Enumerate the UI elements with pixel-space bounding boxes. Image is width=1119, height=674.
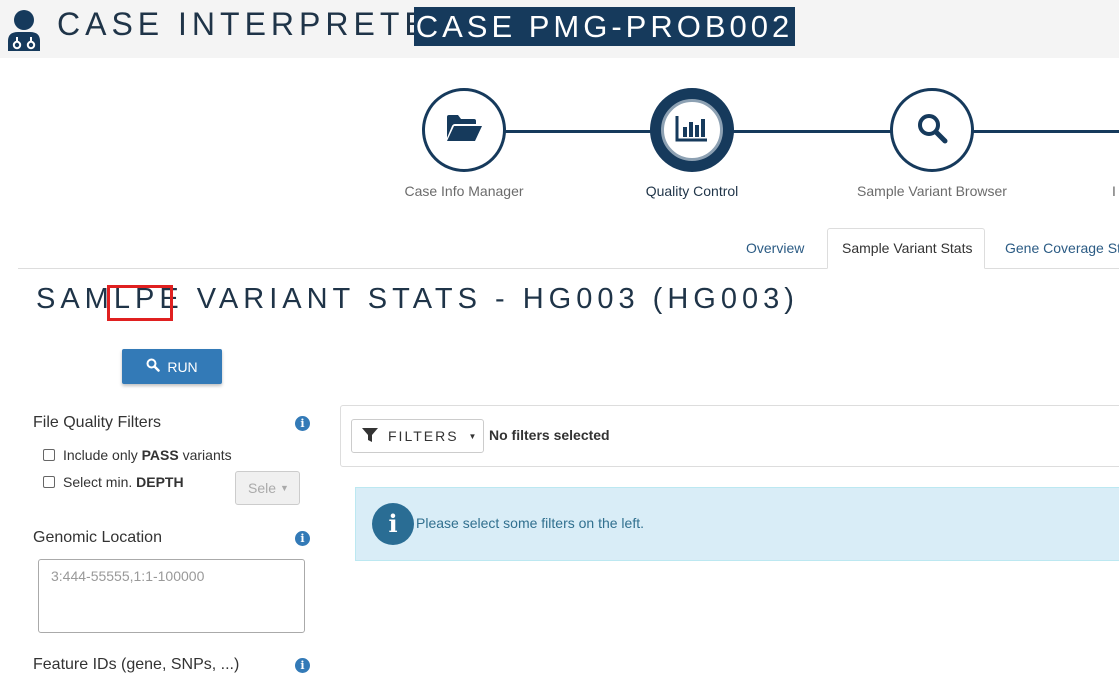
bar-chart-icon: [675, 114, 709, 147]
step-case-info-manager[interactable]: [422, 88, 506, 172]
step-active-ring: [661, 99, 723, 161]
pass-label-bold: PASS: [141, 447, 179, 463]
info-circle-icon: i: [372, 503, 414, 545]
search-icon: [146, 358, 161, 375]
depth-label-prefix: Select min.: [63, 474, 137, 490]
folder-open-icon: [445, 113, 483, 148]
depth-label-bold: DEPTH: [136, 474, 184, 490]
min-depth-checkbox[interactable]: [43, 476, 55, 488]
tab-gene-coverage-stats[interactable]: Gene Coverage Sta: [1005, 228, 1119, 268]
caret-down-icon: ▼: [280, 483, 289, 493]
depth-select[interactable]: Select ▼: [235, 471, 300, 505]
page-title-rest: VARIANT STATS - HG003 (HG003): [183, 283, 799, 315]
genomic-location-input[interactable]: 3:444-55555,1:1-100000: [38, 559, 305, 633]
pass-variants-checkbox[interactable]: [43, 449, 55, 461]
pass-variants-label: Include only PASS variants: [63, 447, 232, 463]
filter-status: No filters selected: [489, 427, 610, 443]
step-label-quality-control[interactable]: Quality Control: [612, 183, 772, 199]
step-sample-variant-browser[interactable]: [890, 88, 974, 172]
stepper-connector: [505, 130, 655, 133]
alert-message: Please select some filters on the left.: [416, 515, 644, 531]
filters-dropdown-button[interactable]: FILTERS ▼: [351, 419, 484, 453]
info-icon[interactable]: i: [295, 658, 310, 673]
step-label-sample-variant-browser[interactable]: Sample Variant Browser: [852, 183, 1012, 199]
caret-down-icon: ▼: [468, 431, 477, 441]
stepper-connector: [972, 130, 1119, 133]
tab-sample-variant-stats[interactable]: Sample Variant Stats: [827, 228, 985, 269]
info-icon[interactable]: i: [295, 416, 310, 431]
tab-overview[interactable]: Overview: [746, 228, 804, 268]
step-quality-control[interactable]: [650, 88, 734, 172]
highlight-box: [107, 285, 173, 321]
app-title: CASE INTERPRETER: [57, 6, 459, 42]
feature-ids-title: Feature IDs (gene, SNPs, ...): [33, 656, 240, 673]
min-depth-option[interactable]: Select min. DEPTH: [43, 474, 184, 490]
pass-label-prefix: Include only: [63, 447, 142, 463]
genomic-location-title: Genomic Location: [33, 529, 162, 546]
step-label-case-info-manager[interactable]: Case Info Manager: [384, 183, 544, 199]
run-button[interactable]: RUN: [122, 349, 222, 384]
pass-variants-option[interactable]: Include only PASS variants: [43, 447, 232, 463]
search-icon: [916, 112, 948, 149]
info-icon[interactable]: i: [295, 531, 310, 546]
file-quality-filters-title: File Quality Filters: [33, 414, 162, 431]
run-button-label: RUN: [167, 358, 198, 375]
stepper-connector: [730, 130, 895, 133]
depth-select-label: Select: [248, 480, 276, 496]
filter-icon: [362, 427, 378, 445]
user-doctor-icon: [6, 9, 42, 51]
case-badge: CASE PMG-PROB002: [414, 7, 795, 46]
page-title-start: SAM: [36, 283, 114, 315]
pass-label-suffix: variants: [178, 447, 232, 463]
step-label-next[interactable]: I: [1112, 183, 1119, 199]
min-depth-label: Select min. DEPTH: [63, 474, 184, 490]
filters-button-label: FILTERS: [388, 428, 459, 444]
